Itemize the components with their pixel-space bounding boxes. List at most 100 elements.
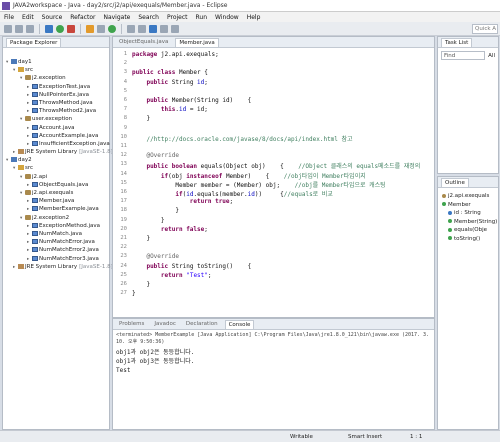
tree-item[interactable]: ▸ Account.java	[6, 124, 109, 132]
menu-run[interactable]: Run	[196, 14, 208, 21]
outline-item[interactable]: j2.api.exequals	[440, 192, 496, 201]
tab-member[interactable]: Member.java	[175, 37, 219, 47]
tree-item[interactable]: ▸ MemberExample.java	[6, 205, 109, 213]
line-number: 16	[120, 189, 127, 195]
outline-item[interactable]: id : String	[440, 209, 496, 218]
tree-item[interactable]: ▾ day2	[6, 156, 109, 164]
tree-item[interactable]: ▾ src	[6, 164, 109, 172]
tree-item[interactable]: ▸ ExceptionTest.java	[6, 83, 109, 91]
tab-problems[interactable]: Problems	[116, 320, 147, 328]
outline-item-label: Member	[448, 201, 471, 208]
menu-source[interactable]: Source	[42, 14, 63, 21]
tree-item[interactable]: ▸ ExceptionMethod.java	[6, 222, 109, 230]
back-icon[interactable]	[160, 24, 168, 33]
menu-project[interactable]: Project	[167, 14, 188, 21]
tree-item[interactable]: ▸ AccountExample.java	[6, 132, 109, 140]
task-list-panel: Task List Find All	[437, 36, 499, 174]
tree-item-label: NumMatch.java	[39, 230, 83, 237]
console-line: Test	[116, 367, 131, 374]
line-number: 9	[123, 124, 127, 131]
tree-item[interactable]: ▸ JRE System Library [JavaSE-1.8]	[6, 148, 113, 156]
outline-item[interactable]: Member(String)	[440, 218, 497, 227]
tree-item-label: day2	[18, 157, 32, 164]
tree-item[interactable]: ▸ NumMatchError3.java	[6, 255, 109, 263]
menu-bar: File Edit Source Refactor Navigate Searc…	[0, 12, 500, 22]
outline-item[interactable]: equals(Obje	[440, 226, 496, 235]
menu-navigate[interactable]: Navigate	[103, 14, 130, 21]
menu-file[interactable]: File	[4, 14, 14, 21]
tab-console[interactable]: Console	[224, 319, 255, 329]
tab-declaration[interactable]: Declaration	[183, 320, 221, 328]
outline-tabbar: Outline	[438, 177, 498, 188]
tree-item[interactable]: ▸ NumMatchError2.java	[6, 246, 109, 254]
java-file-icon	[32, 230, 38, 236]
tab-objectequals[interactable]: ObjectEquals.java	[116, 38, 171, 46]
line-number: 4	[123, 78, 127, 85]
package-explorer-tabbar: Package Explorer	[3, 37, 109, 48]
search-icon[interactable]	[138, 24, 146, 33]
debug-icon[interactable]	[45, 24, 53, 33]
code-line: }	[132, 216, 165, 224]
open-type-icon[interactable]	[127, 24, 135, 33]
tree-item[interactable]: ▸ ThrowsMethod2.java	[6, 107, 109, 115]
tree-item[interactable]: ▾ day1	[6, 58, 109, 66]
console-output[interactable]: obj1과 obj2은 동등합니다. obj1과 obj3은 동등합니다. Te…	[113, 345, 434, 375]
new-java-project-icon[interactable]	[86, 24, 94, 33]
tree-item[interactable]: ▸ Member.java	[6, 197, 109, 205]
line-number: 1	[123, 51, 127, 57]
find-input[interactable]: Find	[441, 51, 486, 60]
line-number: 20	[120, 225, 127, 232]
package-icon	[25, 190, 31, 195]
tab-outline[interactable]: Outline	[441, 177, 469, 187]
line-number: 6	[123, 97, 127, 103]
new-class-icon[interactable]	[108, 24, 116, 33]
menu-refactor[interactable]: Refactor	[70, 14, 95, 21]
tree-item[interactable]: ▸ NumMatchError.java	[6, 238, 109, 246]
tree-item[interactable]: ▸ ThrowsMethod.java	[6, 99, 109, 107]
outline-item[interactable]: toString()	[440, 235, 496, 244]
java-file-icon	[32, 140, 38, 146]
menu-search[interactable]: Search	[138, 14, 159, 21]
code-line: }	[132, 207, 179, 215]
tree-item[interactable]: ▸ NumMatch.java	[6, 230, 109, 238]
window-title: JAVA2workspace - Java - day2/src/j2/api/…	[13, 2, 228, 9]
quick-access-input[interactable]: Quick A	[472, 24, 498, 34]
external-tools-icon[interactable]	[67, 24, 75, 33]
tree-item[interactable]: ▸ InsufficientException.java	[6, 140, 110, 148]
code-area[interactable]: 1 package j2.api.exequals; 2 3 public class …	[113, 48, 434, 317]
save-all-icon[interactable]	[26, 24, 34, 33]
code-line: public class Member {	[132, 69, 208, 77]
tree-item[interactable]: ▾ j2.api	[6, 173, 109, 181]
save-icon[interactable]	[15, 24, 23, 33]
tree-item[interactable]: ▾ j2.api.exequals	[6, 189, 109, 197]
outline-item[interactable]: Member	[440, 201, 496, 210]
tree-item[interactable]: ▾ j2.exception	[6, 74, 109, 82]
tree-item[interactable]: ▸ JRE System Library [JavaSE-1.8]	[6, 263, 113, 271]
tab-package-explorer[interactable]: Package Explorer	[6, 37, 62, 47]
line-number: 17	[120, 198, 127, 205]
tree-item[interactable]: ▾ j2.exception2	[6, 214, 109, 222]
line-number: 7	[123, 106, 127, 113]
all-filter[interactable]: All	[488, 53, 495, 59]
forward-icon[interactable]	[171, 24, 179, 33]
menu-edit[interactable]: Edit	[22, 14, 34, 21]
tree-item[interactable]: ▸ NullPointerEx.java	[6, 91, 109, 99]
tree-item-label: Account.java	[39, 124, 75, 131]
run-icon[interactable]	[56, 24, 64, 33]
next-annotation-icon[interactable]	[149, 24, 157, 33]
java-file-icon	[32, 247, 38, 253]
tree-item[interactable]: ▾ src	[6, 66, 109, 74]
menu-window[interactable]: Window	[215, 14, 239, 21]
tree-item[interactable]: ▾ user.exception	[6, 115, 109, 123]
source-folder-icon	[18, 165, 24, 171]
new-icon[interactable]	[4, 24, 12, 33]
new-package-icon[interactable]	[97, 24, 105, 33]
code-line: return true;	[189, 198, 234, 206]
menu-help[interactable]: Help	[247, 14, 261, 21]
tree-item[interactable]: ▸ ObjectEquals.java	[6, 181, 109, 189]
tab-task-list[interactable]: Task List	[441, 37, 473, 47]
tab-javadoc[interactable]: Javadoc	[151, 320, 179, 328]
code-line: public String toString() {	[146, 262, 252, 270]
task-filter-row: Find All	[438, 48, 498, 63]
status-writable: Writable	[290, 433, 313, 440]
